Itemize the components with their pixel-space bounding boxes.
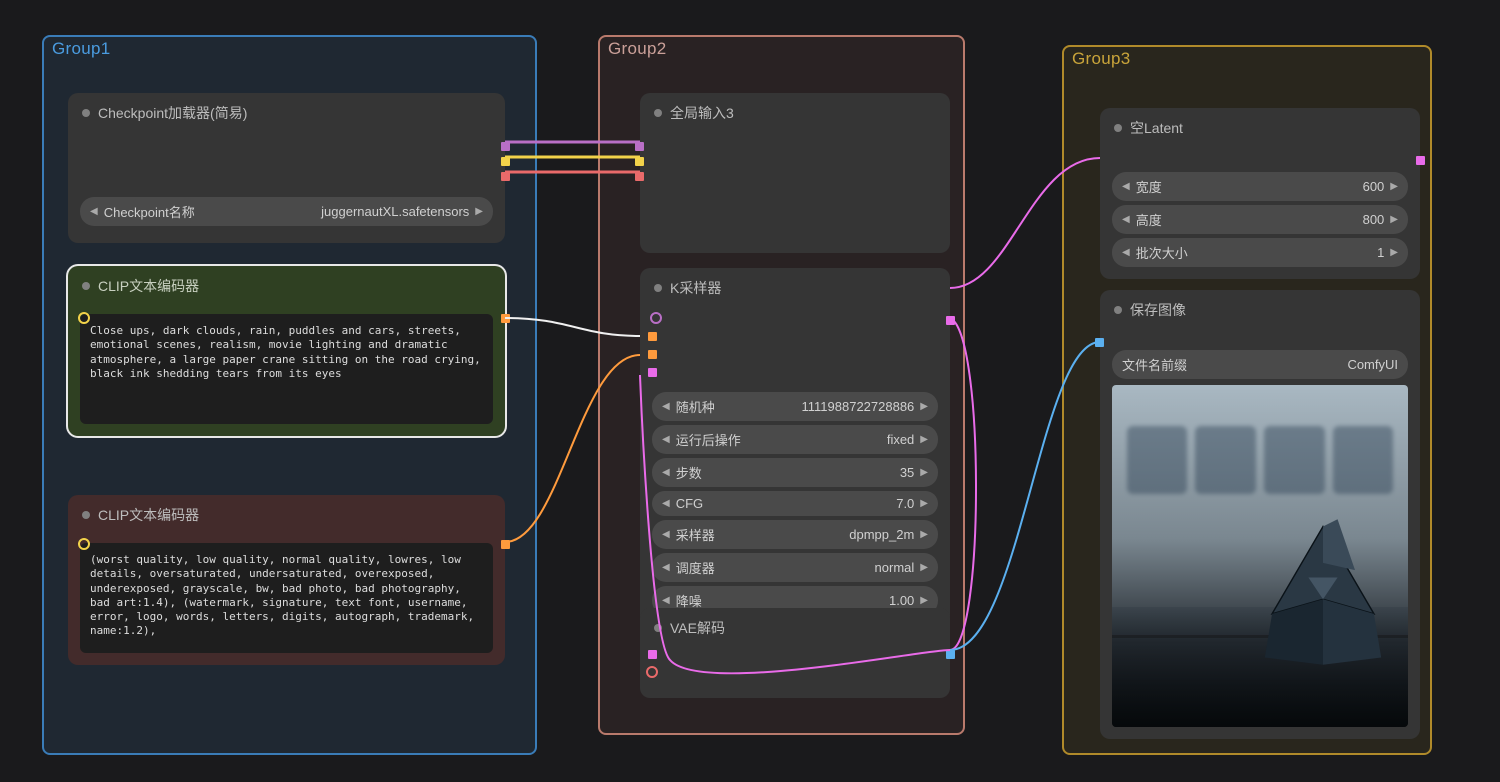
node-connections <box>0 0 1500 782</box>
